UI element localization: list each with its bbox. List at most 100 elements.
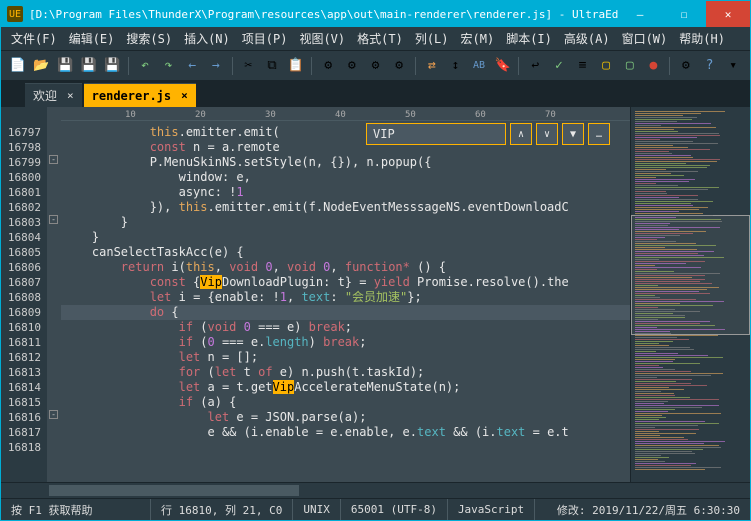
window-title: [D:\Program Files\ThunderX\Program\resou…: [29, 8, 618, 21]
save-all-icon[interactable]: 💾: [102, 55, 124, 77]
find-prev-button[interactable]: ∧: [510, 123, 532, 145]
filter-button[interactable]: ▼: [562, 123, 584, 145]
code-area[interactable]: ∧ ∨ ▼ … 10203040506070 this.emitter.emit…: [61, 107, 630, 482]
marker2-icon[interactable]: ▢: [619, 55, 641, 77]
case-icon[interactable]: AB: [468, 55, 490, 77]
forward-icon[interactable]: →: [205, 55, 227, 77]
save-icon[interactable]: 💾: [54, 55, 76, 77]
search-input[interactable]: [366, 123, 506, 145]
fold-toggle-icon[interactable]: -: [49, 155, 58, 164]
code-line[interactable]: const {VipDownloadPlugin: t} = yield Pro…: [61, 275, 630, 290]
tool-icon[interactable]: ⚙: [365, 55, 387, 77]
menu-item[interactable]: 项目(P): [236, 30, 294, 47]
undo-icon[interactable]: ↶: [134, 55, 156, 77]
menu-item[interactable]: 宏(M): [455, 30, 501, 47]
spellcheck-icon[interactable]: ✓: [548, 55, 570, 77]
wrap-icon[interactable]: ↩: [524, 55, 546, 77]
dropdown-icon[interactable]: ▾: [722, 55, 744, 77]
settings-icon[interactable]: ⚙: [675, 55, 697, 77]
maximize-button[interactable]: ☐: [662, 1, 706, 27]
cut-icon[interactable]: ✂: [238, 55, 260, 77]
code-line[interactable]: do {: [61, 305, 630, 320]
menu-item[interactable]: 插入(N): [178, 30, 236, 47]
app-logo-icon: UE: [7, 6, 23, 22]
toolbar: 📄 📂 💾 💾 💾 ↶ ↷ ← → ✂ ⧉ 📋 ⚙ ⚙ ⚙ ⚙ ⇄ ↕ AB 🔖…: [1, 51, 750, 81]
menu-item[interactable]: 窗口(W): [616, 30, 674, 47]
code-line[interactable]: for (let t of e) n.push(t.taskId);: [61, 365, 630, 380]
code-line[interactable]: async: !1: [61, 185, 630, 200]
code-line[interactable]: e && (i.enable = e.enable, e.text && (i.…: [61, 425, 630, 440]
minimize-button[interactable]: —: [618, 1, 662, 27]
fold-toggle-icon[interactable]: -: [49, 215, 58, 224]
bookmark-icon[interactable]: 🔖: [492, 55, 514, 77]
status-help: 按 F1 获取帮助: [1, 499, 151, 520]
tab-label: 欢迎: [33, 87, 57, 104]
close-button[interactable]: ✕: [706, 1, 750, 27]
statusbar: 按 F1 获取帮助 行 16810, 列 21, C0 UNIX 65001 (…: [1, 498, 750, 520]
redo-icon[interactable]: ↷: [158, 55, 180, 77]
find-next-button[interactable]: ∨: [536, 123, 558, 145]
editor: 1679716798167991680016801168021680316804…: [1, 107, 750, 482]
horizontal-scrollbar[interactable]: [1, 482, 750, 498]
fold-toggle-icon[interactable]: -: [49, 410, 58, 419]
open-folder-icon[interactable]: 📂: [31, 55, 53, 77]
menu-item[interactable]: 列(L): [409, 30, 455, 47]
status-language[interactable]: JavaScript: [448, 499, 535, 520]
code-line[interactable]: if (a) {: [61, 395, 630, 410]
sort-icon[interactable]: ↕: [445, 55, 467, 77]
tab-bar: 欢迎 × renderer.js ×: [1, 81, 750, 107]
menu-item[interactable]: 帮助(H): [673, 30, 731, 47]
code-line[interactable]: canSelectTaskAcc(e) {: [61, 245, 630, 260]
minimap[interactable]: [630, 107, 750, 482]
close-icon[interactable]: ×: [181, 89, 188, 102]
line-number-gutter: 1679716798167991680016801168021680316804…: [1, 107, 47, 482]
status-modified: 修改: 2019/11/22/周五 6:30:30: [547, 499, 750, 520]
code-line[interactable]: let i = {enable: !1, text: "会员加速"};: [61, 290, 630, 305]
code-line[interactable]: if (void 0 === e) break;: [61, 320, 630, 335]
code-line[interactable]: }: [61, 230, 630, 245]
paste-icon[interactable]: 📋: [285, 55, 307, 77]
column-ruler: 10203040506070: [61, 107, 630, 121]
marker-icon[interactable]: ▢: [595, 55, 617, 77]
titlebar[interactable]: UE [D:\Program Files\ThunderX\Program\re…: [1, 1, 750, 27]
compare-icon[interactable]: ⇄: [421, 55, 443, 77]
find-bar: ∧ ∨ ▼ …: [366, 123, 610, 145]
scrollbar-thumb[interactable]: [49, 485, 299, 496]
back-icon[interactable]: ←: [181, 55, 203, 77]
menu-item[interactable]: 文件(F): [5, 30, 63, 47]
tool-icon[interactable]: ⚙: [388, 55, 410, 77]
tab-renderer-js[interactable]: renderer.js ×: [84, 83, 196, 107]
code-line[interactable]: }: [61, 215, 630, 230]
tool-icon[interactable]: ⚙: [317, 55, 339, 77]
menu-item[interactable]: 搜索(S): [120, 30, 178, 47]
code-line[interactable]: let a = t.getVipAccelerateMenuState(n);: [61, 380, 630, 395]
code-line[interactable]: let n = [];: [61, 350, 630, 365]
code-line[interactable]: P.MenuSkinNS.setStyle(n, {}), n.popup({: [61, 155, 630, 170]
save-as-icon[interactable]: 💾: [78, 55, 100, 77]
menubar: 文件(F)编辑(E)搜索(S)插入(N)项目(P)视图(V)格式(T)列(L)宏…: [1, 27, 750, 51]
status-position[interactable]: 行 16810, 列 21, C0: [151, 499, 293, 520]
code-line[interactable]: if (0 === e.length) break;: [61, 335, 630, 350]
bullets-icon[interactable]: ≡: [572, 55, 594, 77]
menu-item[interactable]: 视图(V): [293, 30, 351, 47]
code-line[interactable]: let e = JSON.parse(a);: [61, 410, 630, 425]
help-icon[interactable]: ?: [699, 55, 721, 77]
menu-item[interactable]: 编辑(E): [63, 30, 121, 47]
status-eol[interactable]: UNIX: [293, 499, 341, 520]
menu-item[interactable]: 格式(T): [351, 30, 409, 47]
code-line[interactable]: return i(this, void 0, void 0, function*…: [61, 260, 630, 275]
tool-icon[interactable]: ⚙: [341, 55, 363, 77]
code-line[interactable]: }), this.emitter.emit(f.NodeEventMesssag…: [61, 200, 630, 215]
menu-item[interactable]: 高级(A): [558, 30, 616, 47]
code-line[interactable]: window: e,: [61, 170, 630, 185]
status-encoding[interactable]: 65001 (UTF-8): [341, 499, 448, 520]
close-icon[interactable]: ×: [67, 89, 74, 102]
tab-label: renderer.js: [92, 89, 171, 103]
tab-welcome[interactable]: 欢迎 ×: [25, 83, 82, 107]
find-more-button[interactable]: …: [588, 123, 610, 145]
new-file-icon[interactable]: 📄: [7, 55, 29, 77]
copy-icon[interactable]: ⧉: [261, 55, 283, 77]
menu-item[interactable]: 脚本(I): [500, 30, 558, 47]
fold-gutter[interactable]: - - -: [47, 107, 61, 482]
record-icon[interactable]: ●: [643, 55, 665, 77]
